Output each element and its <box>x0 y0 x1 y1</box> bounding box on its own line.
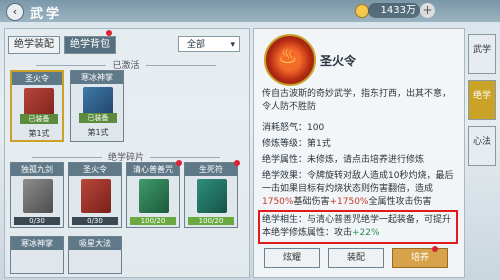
coin-icon <box>355 4 369 18</box>
fragment-progress: 0/30 <box>14 217 60 225</box>
effect-tail: 全属性攻击伤害 <box>368 197 432 207</box>
cost-value: 100 <box>307 123 325 133</box>
fragment-progress: 100/20 <box>188 217 234 225</box>
tab-equip[interactable]: 绝学装配 <box>8 36 60 54</box>
back-arrow-icon[interactable]: ‹ <box>6 3 24 21</box>
book-icon <box>139 179 169 213</box>
fragment-card[interactable]: 寒冰神掌 <box>10 236 64 274</box>
notification-dot <box>234 160 240 166</box>
effect-value-2: +1750% <box>329 197 369 207</box>
page-title: 武学 <box>30 7 63 22</box>
book-icon <box>23 179 53 213</box>
tab-bag[interactable]: 绝学背包 <box>64 36 116 54</box>
fragment-card[interactable]: 圣火令 0/30 <box>68 162 122 228</box>
notification-dot <box>106 30 112 36</box>
fragment-card[interactable]: 清心普善咒 100/20 <box>126 160 182 228</box>
skill-tier: 第1式 <box>87 128 109 137</box>
skill-card-name: 圣火令 <box>69 163 121 176</box>
synergy-bonus: +22% <box>352 228 380 238</box>
cost-row: 消耗怒气：100 <box>262 122 458 135</box>
effect-value-1: 1750% <box>262 197 294 207</box>
currency-amount: 1433万 <box>368 3 420 18</box>
equipped-badge: 已装备 <box>20 114 58 124</box>
fire-emblem-icon: ♨ <box>264 34 316 86</box>
train-button[interactable]: 培养 <box>392 248 448 268</box>
book-icon <box>81 179 111 213</box>
side-tab-ultimate[interactable]: 绝学 <box>468 80 496 120</box>
skill-card-name: 独孤九剑 <box>11 163 63 176</box>
filter-dropdown[interactable]: 全部 ▾ <box>178 36 240 52</box>
add-currency-button[interactable]: + <box>420 3 435 18</box>
effect-label: 绝学效果： <box>262 171 308 181</box>
synergy-label: 绝学相生： <box>262 215 308 225</box>
attr-row: 绝学属性：未修炼，请点击培养进行修炼 <box>262 154 458 167</box>
book-icon <box>197 179 227 213</box>
attr-value: 未修炼，请点击培养进行修炼 <box>307 155 425 165</box>
skill-card-name: 清心普善咒 <box>127 163 179 176</box>
effect-row: 绝学效果：令牌旋转对敌人造成10秒灼烧，最后一击如果目标有灼烧状态则伤害翻倍，造… <box>262 170 458 209</box>
synergy-row: 绝学相生：与清心普善咒绝学一起装备，可提升本绝学修炼属性：攻击+22% <box>262 214 452 240</box>
skill-name: 圣火令 <box>320 54 357 68</box>
fragment-progress: 0/30 <box>72 217 118 225</box>
equipped-badge: 已装备 <box>79 113 117 123</box>
level-label: 修炼等级： <box>262 139 308 149</box>
level-value: 第1式 <box>307 139 331 149</box>
fragment-card[interactable]: 生死符 100/20 <box>184 160 240 228</box>
skill-tier: 第1式 <box>28 129 50 138</box>
notification-dot <box>176 160 182 166</box>
filter-label: 全部 <box>187 40 206 50</box>
side-tab-martial[interactable]: 武学 <box>468 34 496 74</box>
skill-card-name: 圣火令 <box>12 72 62 85</box>
show-off-button[interactable]: 炫耀 <box>264 248 320 268</box>
equip-button[interactable]: 装配 <box>328 248 384 268</box>
skill-card[interactable]: 寒冰神掌 已装备 第1式 <box>70 70 124 142</box>
skill-card-name: 寒冰神掌 <box>71 71 123 84</box>
level-row: 修炼等级：第1式 <box>262 138 458 151</box>
cost-label: 消耗怒气： <box>262 123 308 133</box>
attr-label: 绝学属性： <box>262 155 308 165</box>
fragment-card[interactable]: 吸星大法 <box>68 236 122 274</box>
skill-card-name: 寒冰神掌 <box>11 237 63 250</box>
skill-card-name: 生死符 <box>185 163 237 176</box>
fragment-progress: 100/20 <box>130 217 176 225</box>
skill-card-name: 吸星大法 <box>69 237 121 250</box>
skill-description: 传自古波斯的奇妙武学，指东打西，出其不意，令人防不胜防 <box>262 89 452 112</box>
fragment-card[interactable]: 独孤九剑 0/30 <box>10 162 64 228</box>
skill-card[interactable]: 圣火令 已装备 第1式 <box>10 70 64 142</box>
chevron-down-icon: ▾ <box>230 40 235 50</box>
effect-mid: 基础伤害 <box>293 197 330 207</box>
notification-dot <box>432 246 438 252</box>
side-tab-mind[interactable]: 心法 <box>468 126 496 166</box>
